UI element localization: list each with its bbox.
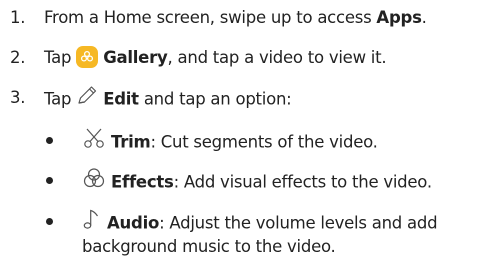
gallery-label: Gallery — [103, 48, 168, 67]
step-text-tail: , and tap a video to view it. — [167, 48, 387, 67]
option-description-continued: background music to the video. — [82, 237, 336, 256]
step-text: Tap Gallery, and tap a video to view it. — [44, 45, 387, 70]
option-description: : Adjust the volume levels and add — [159, 213, 438, 233]
edit-pencil-icon — [76, 85, 98, 111]
effects-label: Effects — [111, 172, 174, 192]
bullet — [46, 218, 53, 225]
bullet — [46, 137, 53, 144]
step-text-lead: Tap — [44, 48, 77, 67]
option-text: Trim: Cut segments of the video. — [82, 127, 378, 157]
option-text: Audio: Adjust the volume levels and add — [82, 208, 438, 238]
step-text-lead: From a Home screen, swipe up to access — [44, 8, 377, 27]
trim-label: Trim — [111, 132, 151, 152]
step-number: 3. — [10, 88, 26, 107]
step-number: 1. — [10, 8, 26, 27]
audio-label: Audio — [107, 213, 160, 233]
step-text: From a Home screen, swipe up to access A… — [44, 7, 427, 29]
step-text-lead: Tap — [44, 89, 77, 109]
apps-label: Apps — [376, 8, 422, 27]
edit-label: Edit — [103, 89, 139, 109]
audio-note-icon — [82, 208, 102, 236]
option-text: Effects: Add visual effects to the video… — [82, 167, 433, 197]
gallery-app-icon — [76, 45, 99, 68]
bullet — [46, 177, 53, 184]
step-text-tail: and tap an option: — [138, 89, 292, 109]
option-description: : Add visual effects to the video. — [173, 172, 433, 192]
step-text: Tap Edit and tap an option: — [44, 85, 292, 113]
step-text-tail: . — [421, 8, 427, 27]
step-number: 2. — [10, 48, 26, 67]
effects-icon — [82, 167, 106, 195]
trim-scissors-icon — [82, 127, 106, 155]
option-description: : Cut segments of the video. — [150, 132, 378, 152]
